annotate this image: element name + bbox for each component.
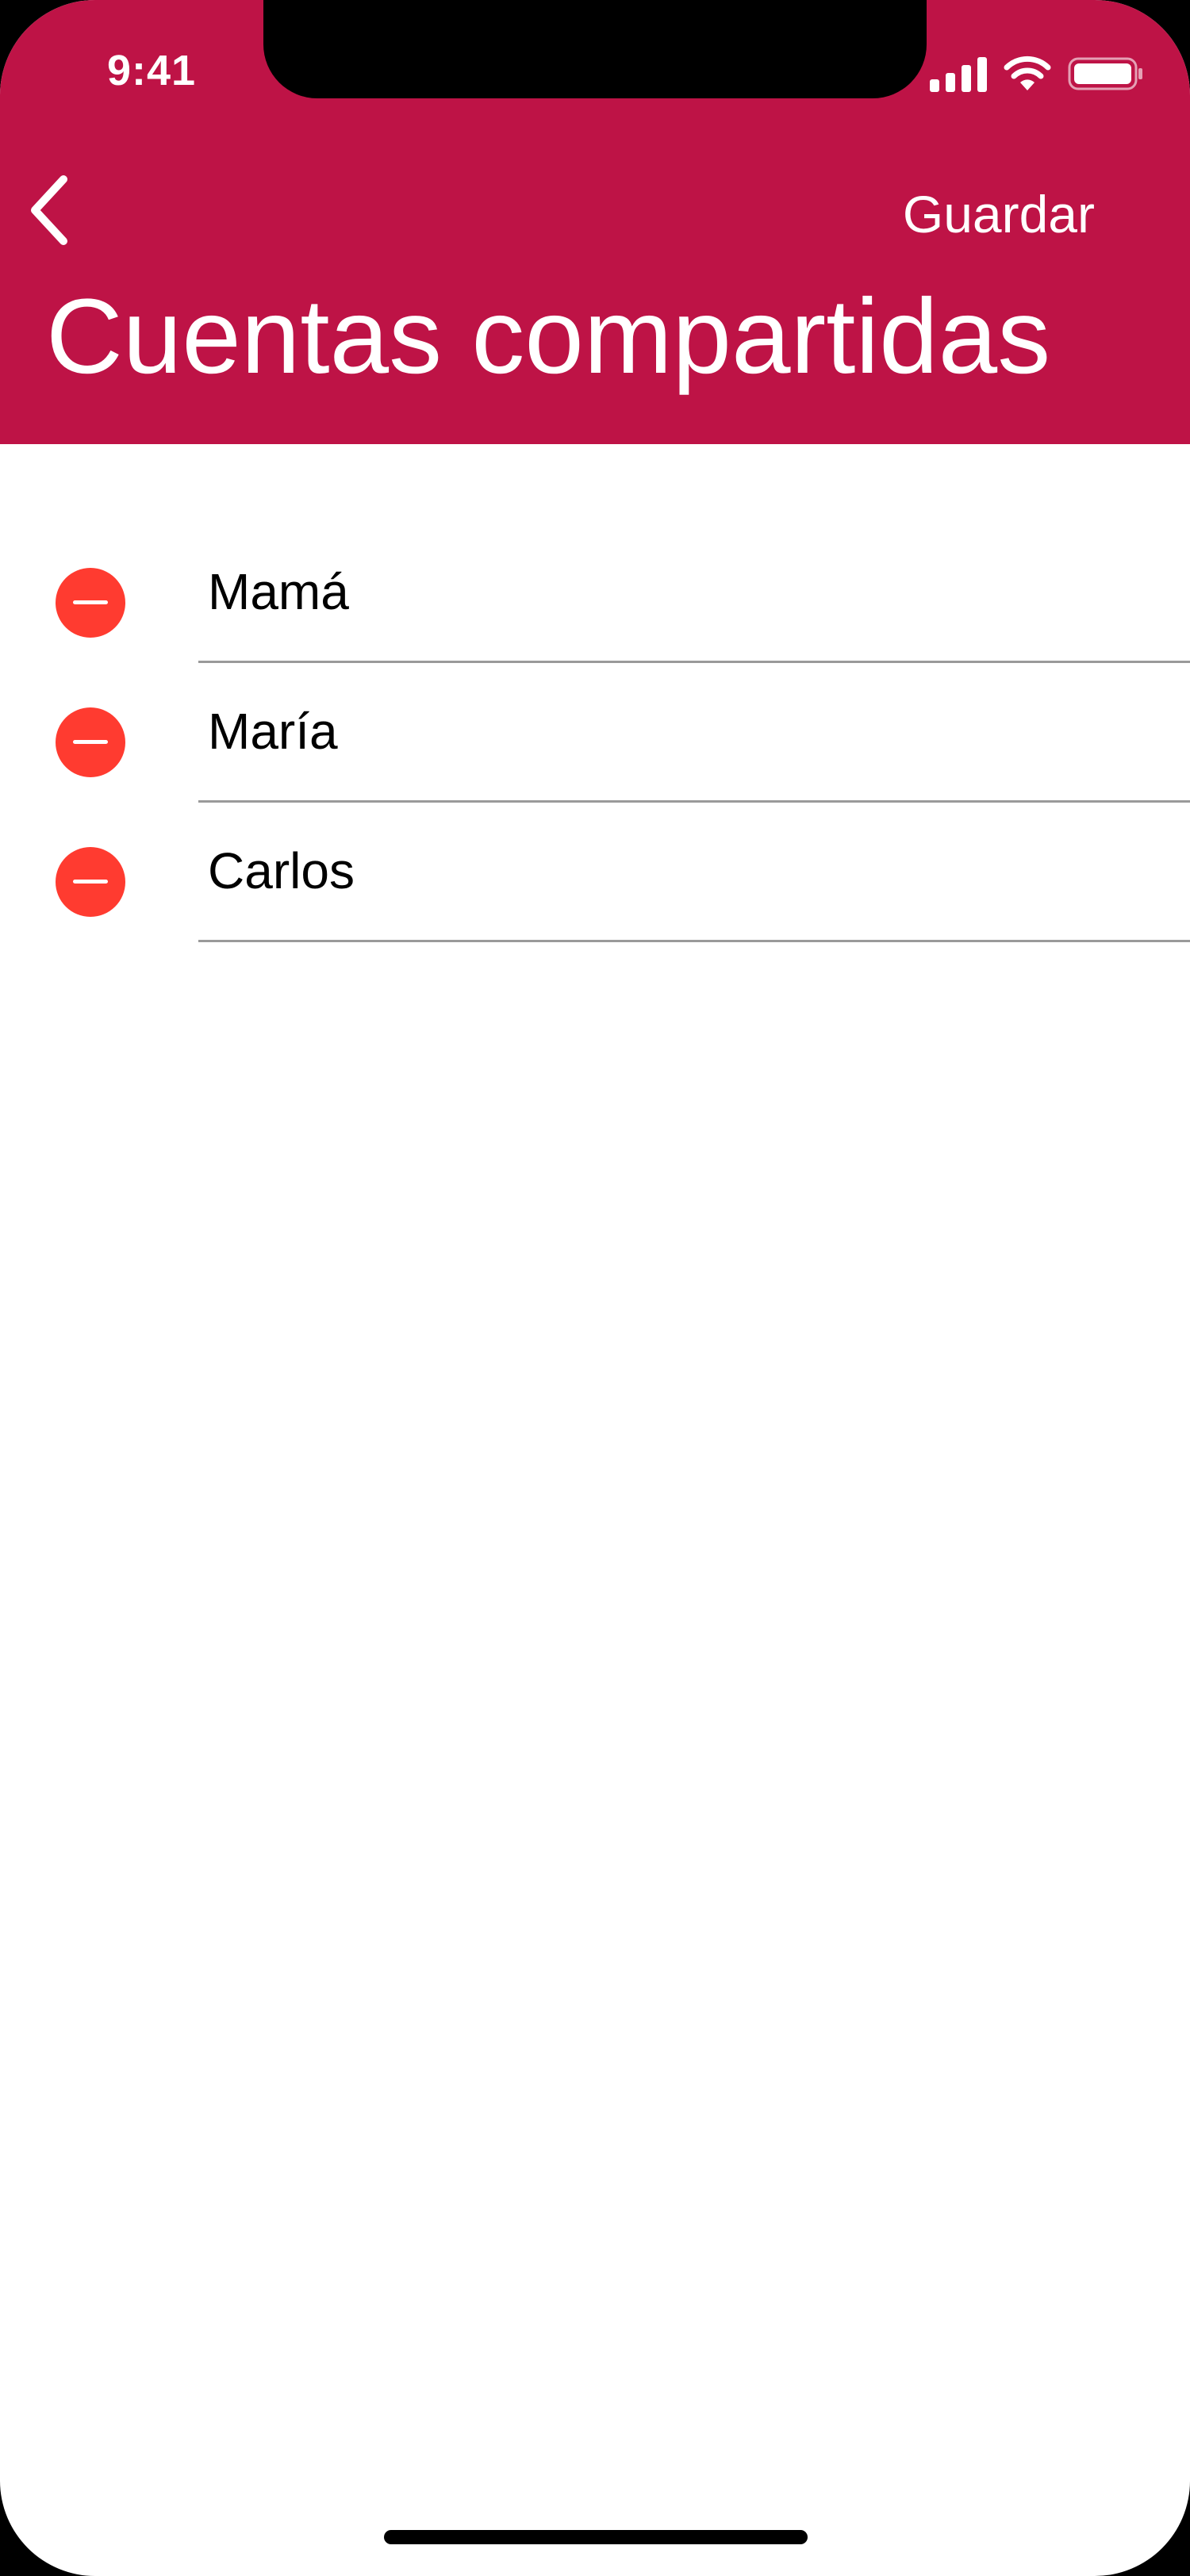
row-divider: [198, 940, 1190, 942]
account-name: María: [208, 703, 338, 760]
shared-accounts-list: Mamá María Carlos: [0, 523, 1190, 942]
battery-icon: [1068, 57, 1142, 90]
account-name: Carlos: [208, 842, 355, 899]
chevron-left-icon: [31, 175, 67, 245]
wifi-icon: [1004, 56, 1051, 90]
list-item-account: María: [0, 663, 1190, 803]
account-name: Mamá: [208, 563, 349, 620]
list-item-account: Mamá: [0, 523, 1190, 663]
save-button[interactable]: Guardar: [903, 184, 1095, 244]
home-indicator[interactable]: [384, 2530, 808, 2544]
status-icons: [930, 52, 1144, 92]
navigation-header: 9:41 Guardar Cuentas compartidas: [0, 0, 1190, 444]
list-item-account: Carlos: [0, 803, 1190, 942]
page-title: Cuentas compartidas: [46, 278, 1051, 396]
device-notch: [263, 0, 927, 98]
minus-icon: [73, 880, 108, 884]
minus-icon: [73, 740, 108, 744]
status-time: 9:41: [106, 47, 197, 94]
delete-account-button[interactable]: [56, 568, 125, 638]
app-screen: 9:41 Guardar Cuentas compartidas Mamá Ma…: [0, 0, 1190, 2576]
delete-account-button[interactable]: [56, 707, 125, 777]
delete-account-button[interactable]: [56, 847, 125, 917]
back-button[interactable]: [17, 167, 81, 254]
cellular-signal-icon: [930, 57, 987, 92]
minus-icon: [73, 600, 108, 604]
